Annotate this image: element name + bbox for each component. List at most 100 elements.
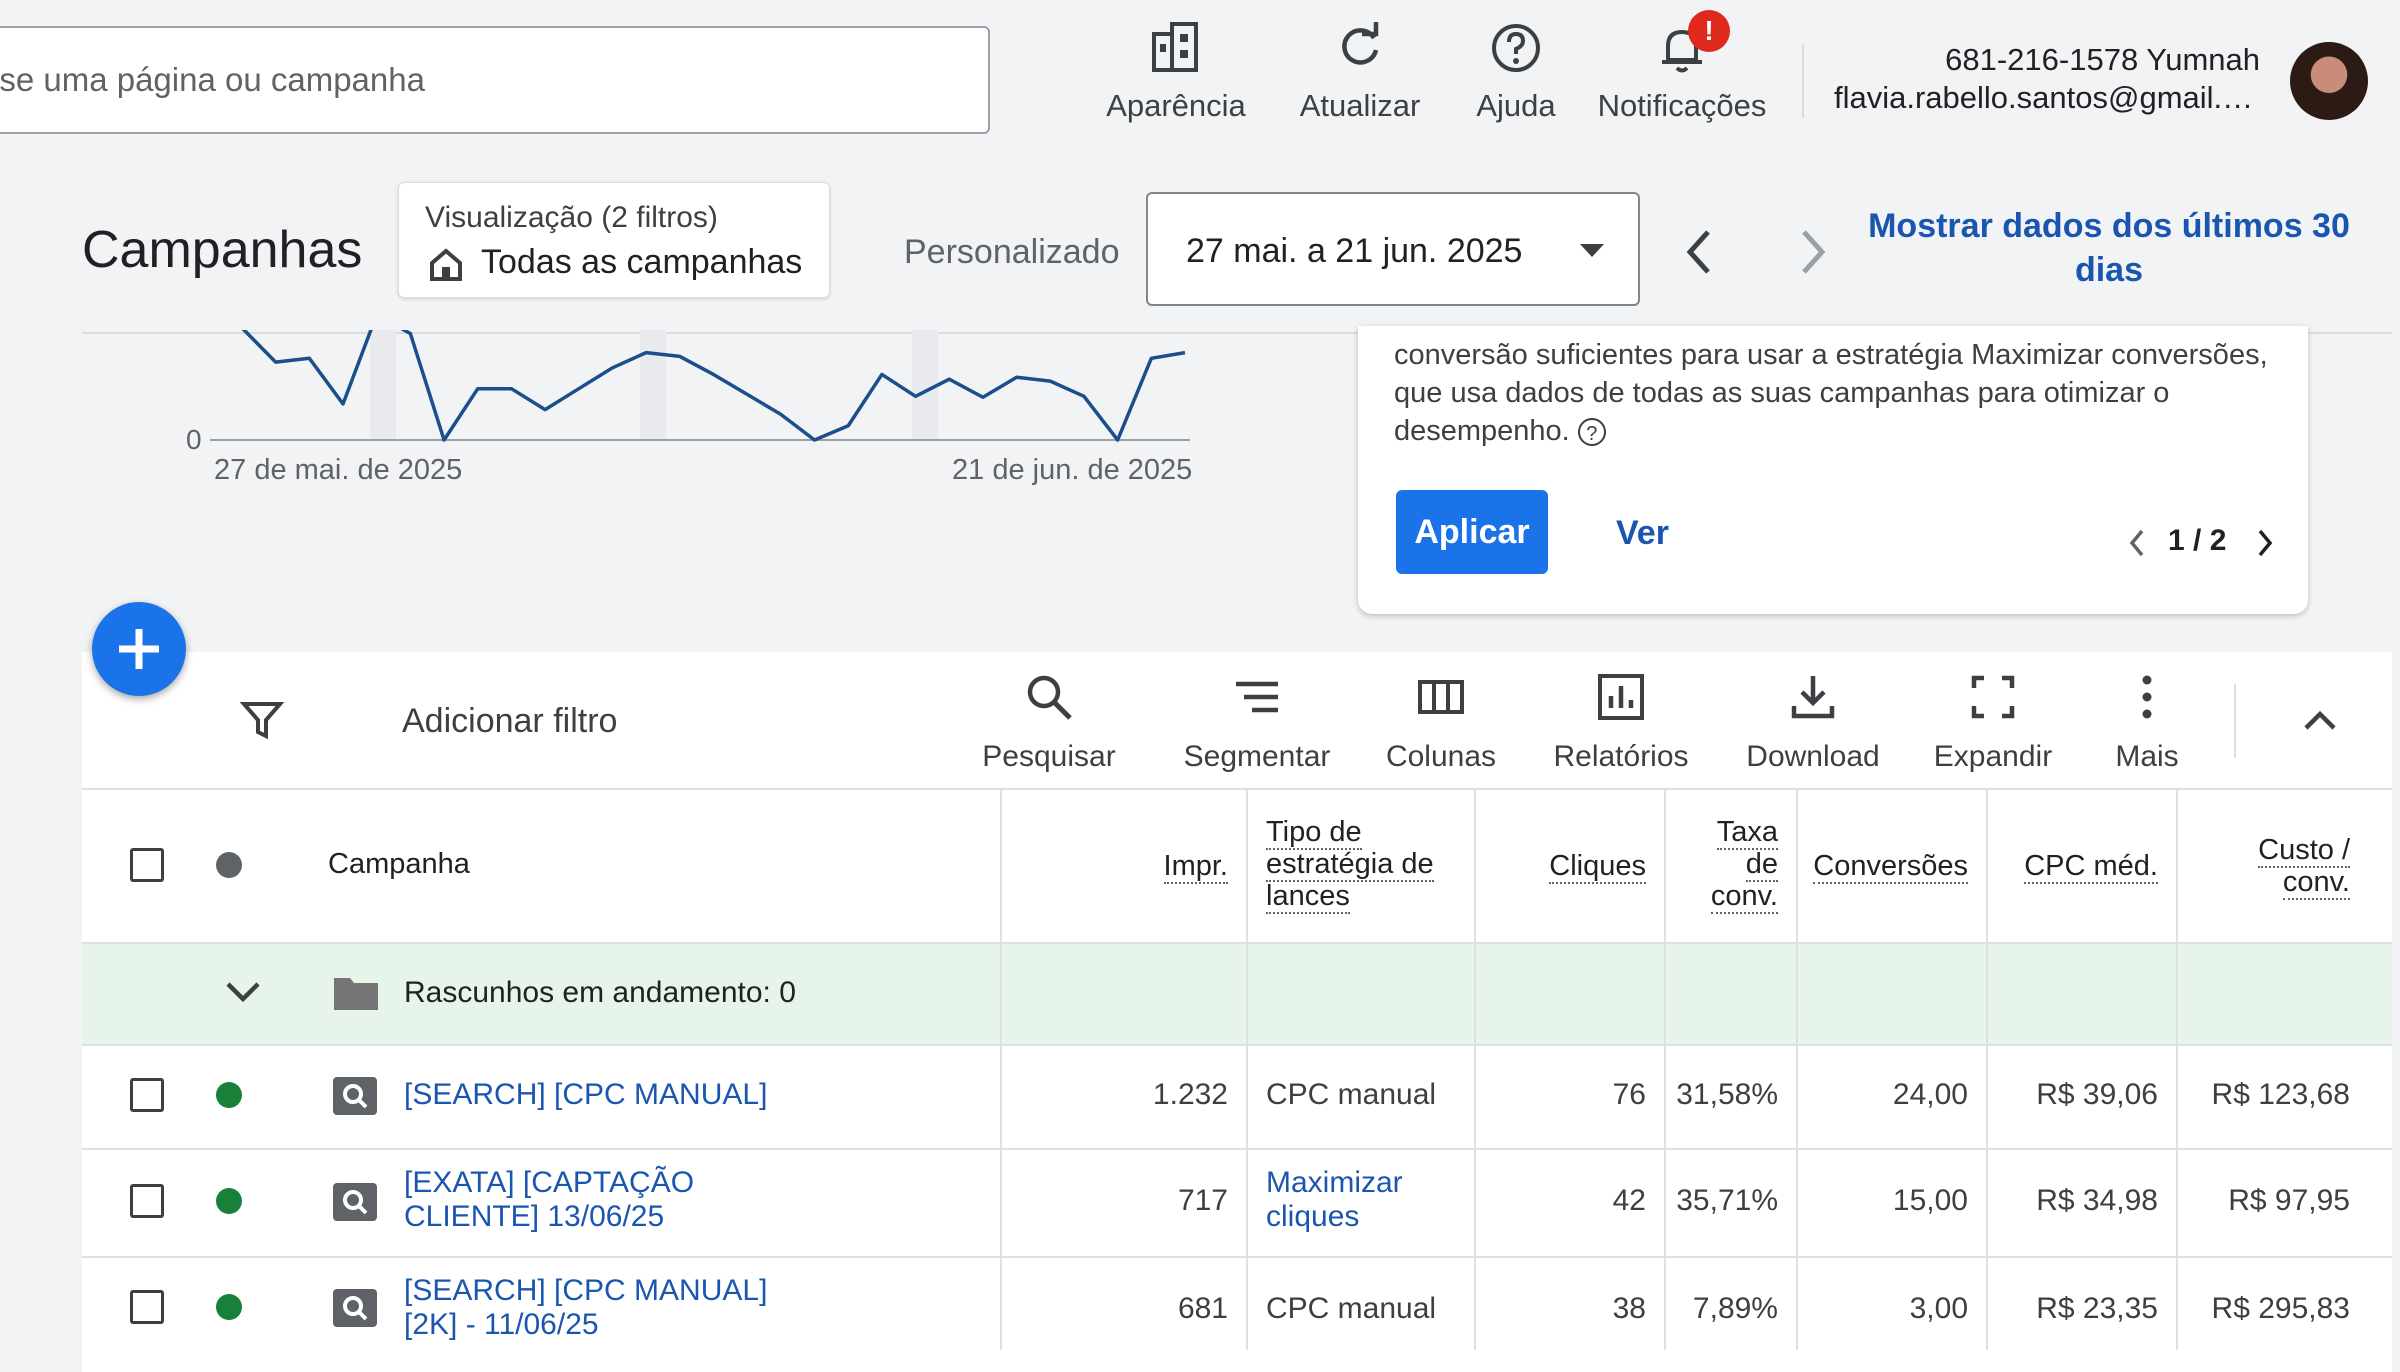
col-bid-strategy[interactable]: Tipo de estratégia de lances (1266, 816, 1466, 914)
view-value: Todas as campanhas (481, 243, 803, 281)
view-label: Visualização (2 filtros) (425, 201, 718, 234)
select-all-checkbox[interactable] (130, 848, 164, 882)
search-campaign-icon (332, 1182, 378, 1222)
filter-icon[interactable] (240, 698, 284, 742)
chevron-right-icon[interactable] (1792, 226, 1832, 278)
column-divider (1664, 788, 1666, 1350)
search-tool-label: Pesquisar (982, 740, 1116, 773)
pager-next-icon[interactable] (2254, 526, 2276, 560)
campaign-link-line1: [SEARCH] [CPC MANUAL] (404, 1274, 768, 1307)
add-filter-button[interactable]: Adicionar filtro (402, 702, 617, 741)
status-header-dot (216, 852, 242, 878)
notifications-label: Notificações (1597, 88, 1767, 123)
impr-value: 717 (1177, 1184, 1228, 1217)
performance-chart (200, 330, 1200, 450)
show-last-30-days-link[interactable]: Mostrar dados dos últimos 30 dias (1864, 204, 2354, 292)
cost-conv-value: R$ 295,83 (2211, 1292, 2350, 1325)
home-icon (427, 245, 465, 283)
notifications-button[interactable]: Notificações (1592, 20, 1772, 130)
download-icon (1788, 672, 1838, 722)
status-dot[interactable] (216, 1294, 242, 1320)
help-icon (1488, 20, 1544, 76)
pager-text: 1 / 2 (2168, 524, 2227, 557)
columns-icon (1416, 672, 1466, 722)
clicks-value: 76 (1612, 1078, 1646, 1111)
toolbar-divider (2234, 684, 2236, 758)
col-conv-rate[interactable]: Taxa de conv. (1676, 816, 1778, 914)
campaign-link[interactable]: [SEARCH] [CPC MANUAL] [2K] - 11/06/25 (404, 1274, 767, 1342)
status-dot[interactable] (216, 1188, 242, 1214)
col-clicks-label: Cliques (1549, 850, 1646, 884)
columns-tool-button[interactable]: Colunas (1356, 672, 1526, 782)
col-impr[interactable]: Impr. (1100, 850, 1228, 884)
refresh-icon (1332, 20, 1388, 76)
drafts-label[interactable]: Rascunhos em andamento: 0 (404, 976, 796, 1010)
search-campaign-icon (332, 1076, 378, 1116)
topbar-divider (1802, 44, 1804, 118)
status-dot[interactable] (216, 1082, 242, 1108)
search-icon (1024, 672, 1074, 722)
expand-tool-button[interactable]: Expandir (1908, 672, 2078, 782)
view-button[interactable]: Ver (1616, 514, 1669, 553)
bid-strategy-line1: Maximizar (1266, 1166, 1403, 1199)
row-border (82, 1256, 2392, 1258)
account-email[interactable]: flavia.rabello.santos@gmail.c… (1834, 80, 2254, 116)
row-checkbox[interactable] (130, 1184, 164, 1218)
help-circle-icon[interactable]: ? (1577, 418, 1606, 447)
search-box[interactable] (0, 26, 990, 134)
col-cost-conv[interactable]: Custo / conv. (2186, 834, 2350, 900)
col-campaign[interactable]: Campanha (328, 848, 470, 880)
help-button[interactable]: Ajuda (1426, 20, 1606, 130)
chevron-left-icon[interactable] (1680, 226, 1720, 278)
chevron-up-icon[interactable] (2300, 706, 2340, 734)
impr-value: 1.232 (1152, 1078, 1228, 1111)
bid-strategy-link[interactable]: Maximizar cliques (1266, 1166, 1403, 1234)
col-conv-rate-line2: de (1745, 848, 1778, 882)
col-clicks[interactable]: Cliques (1500, 850, 1646, 884)
row-border (82, 1148, 2392, 1150)
dropdown-arrow-icon (1578, 240, 1606, 260)
pager-prev-icon[interactable] (2126, 526, 2148, 560)
search-input[interactable] (0, 28, 952, 132)
reports-tool-button[interactable]: Relatórios (1536, 672, 1706, 782)
campaign-link[interactable]: [EXATA] [CAPTAÇÃO CLIENTE] 13/06/25 (404, 1166, 694, 1234)
more-tool-label: Mais (2115, 740, 2179, 773)
conv-rate-value: 7,89% (1692, 1292, 1778, 1325)
apply-button[interactable]: Aplicar (1396, 490, 1548, 574)
add-campaign-button[interactable] (92, 602, 186, 696)
clicks-value: 42 (1612, 1184, 1646, 1217)
col-conv-rate-line1: Taxa (1716, 816, 1778, 850)
campaign-link-line2: CLIENTE] 13/06/25 (404, 1200, 665, 1233)
column-divider (1474, 788, 1476, 1350)
avatar[interactable] (2290, 42, 2368, 120)
search-tool-button[interactable]: Pesquisar (964, 672, 1134, 782)
more-icon (2122, 672, 2172, 722)
refresh-button[interactable]: Atualizar (1270, 20, 1450, 130)
col-avg-cpc[interactable]: CPC méd. (1994, 850, 2158, 884)
conversions-value: 3,00 (1909, 1292, 1968, 1325)
row-checkbox[interactable] (130, 1078, 164, 1112)
clicks-value: 38 (1612, 1292, 1646, 1325)
chart-x-label-start: 27 de mai. de 2025 (214, 454, 463, 486)
campaign-link[interactable]: [SEARCH] [CPC MANUAL] (404, 1078, 767, 1112)
more-tool-button[interactable]: Mais (2062, 672, 2232, 782)
row-checkbox[interactable] (130, 1290, 164, 1324)
chevron-down-icon[interactable] (222, 978, 264, 1006)
view-selector[interactable]: Visualização (2 filtros) Todas as campan… (398, 182, 830, 298)
conversions-value: 24,00 (1892, 1078, 1968, 1111)
search-campaign-icon (332, 1288, 378, 1328)
col-conversions[interactable]: Conversões (1800, 850, 1968, 884)
download-tool-button[interactable]: Download (1728, 672, 1898, 782)
avg-cpc-value: R$ 34,98 (2036, 1184, 2158, 1217)
download-tool-label: Download (1746, 740, 1880, 773)
page-title: Campanhas (82, 221, 363, 279)
folder-icon (332, 972, 380, 1012)
bid-strategy-value: CPC manual (1266, 1292, 1437, 1325)
date-range-picker[interactable]: 27 mai. a 21 jun. 2025 (1146, 192, 1640, 306)
segment-tool-button[interactable]: Segmentar (1172, 672, 1342, 782)
appearance-button[interactable]: Aparência (1086, 20, 1266, 130)
help-label: Ajuda (1476, 88, 1556, 123)
column-divider (1986, 788, 1988, 1350)
header-bottom-border (82, 942, 2392, 944)
account-id[interactable]: 681-216-1578 Yumnah (1820, 42, 2260, 78)
